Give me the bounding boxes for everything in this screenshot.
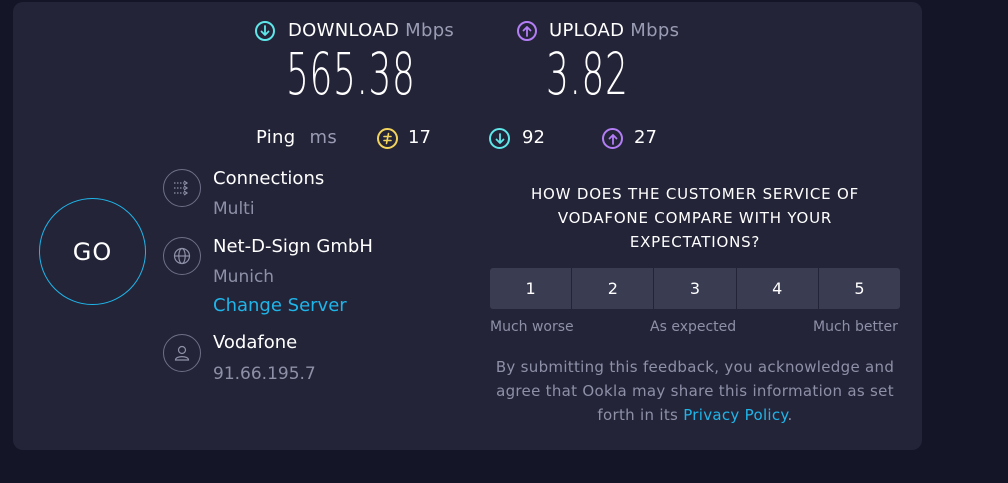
ping-upload-value: 27 (634, 127, 657, 148)
rating-option-3[interactable]: 3 (654, 268, 737, 309)
upload-unit: Mbps (630, 20, 680, 41)
provider-name: Vodafone (213, 332, 298, 353)
ping-idle-value: 17 (408, 127, 431, 148)
ping-download-value: 92 (522, 127, 545, 148)
privacy-policy-link[interactable]: Privacy Policy (683, 406, 787, 424)
download-unit: Mbps (405, 20, 455, 41)
provider-ip: 91.66.195.7 (213, 364, 316, 384)
scale-low-label: Much worse (490, 319, 574, 335)
upload-label: UPLOAD Mbps (549, 20, 679, 41)
globe-icon (163, 237, 201, 275)
connections-value: Multi (213, 199, 255, 219)
connections-title: Connections (213, 168, 325, 189)
disclaimer-line: forth in its Privacy Policy. (490, 403, 900, 427)
change-server-link[interactable]: Change Server (213, 295, 347, 316)
download-arrow-icon (255, 21, 275, 41)
server-name: Net-D-Sign GmbH (213, 236, 373, 257)
go-button-label: GO (72, 237, 113, 266)
rating-option-2[interactable]: 2 (572, 268, 655, 309)
scale-high-label: Much better (813, 319, 898, 335)
rating-option-5[interactable]: 5 (819, 268, 900, 309)
disclaimer-line: agree that Ookla may share this informat… (496, 382, 894, 400)
connections-icon (163, 169, 201, 207)
rating-option-4[interactable]: 4 (737, 268, 819, 309)
user-icon (163, 334, 201, 372)
survey-question-line: HOW DOES THE CUSTOMER SERVICE OF (530, 185, 860, 203)
disclaimer-suffix: . (787, 406, 793, 424)
ping-download-icon (489, 128, 510, 149)
upload-arrow-icon (517, 21, 537, 41)
ping-label: Ping ms (256, 127, 337, 148)
survey-question: HOW DOES THE CUSTOMER SERVICE OF VODAFON… (490, 182, 900, 254)
feedback-disclaimer: By submitting this feedback, you acknowl… (490, 355, 900, 427)
server-location: Munich (213, 267, 275, 287)
ping-unit: ms (309, 127, 338, 148)
go-button[interactable]: GO (39, 198, 146, 305)
disclaimer-line: By submitting this feedback, you acknowl… (495, 358, 895, 376)
survey-question-line: VODAFONE COMPARE WITH YOUR (557, 209, 833, 227)
download-label: DOWNLOAD Mbps (288, 20, 454, 41)
upload-label-text: UPLOAD (549, 20, 625, 41)
scale-mid-label: As expected (650, 319, 737, 335)
upload-value: 3.82 (546, 40, 629, 108)
ping-label-text: Ping (256, 127, 296, 148)
rating-option-1[interactable]: 1 (490, 268, 573, 309)
idle-ping-icon (377, 128, 398, 149)
download-label-text: DOWNLOAD (288, 20, 400, 41)
survey-question-line: EXPECTATIONS? (629, 233, 761, 251)
download-value: 565.38 (286, 40, 416, 108)
ping-upload-icon (602, 128, 623, 149)
disclaimer-prefix: forth in its (597, 406, 684, 424)
rating-scale: 1 2 3 4 5 (490, 268, 900, 309)
